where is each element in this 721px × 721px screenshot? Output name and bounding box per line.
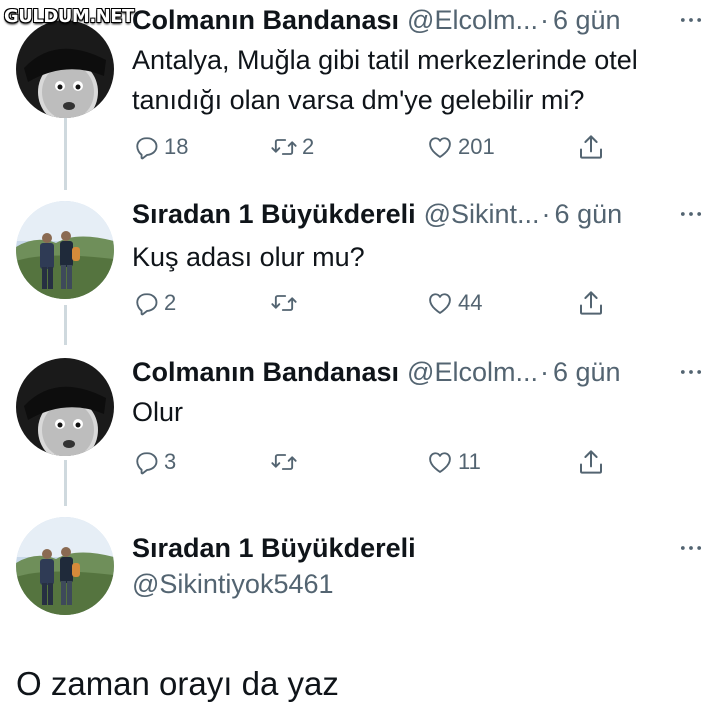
author-name[interactable]: Sıradan 1 Büyükdereli [132, 199, 416, 230]
retweet-icon [270, 133, 298, 161]
avatar[interactable] [16, 358, 114, 456]
reply-icon [132, 289, 160, 317]
retweet-icon [270, 289, 298, 317]
share-button[interactable] [576, 130, 610, 164]
share-icon [576, 132, 606, 162]
like-count: 11 [458, 449, 481, 474]
reply-count: 3 [164, 449, 177, 474]
retweet-count: 2 [302, 134, 315, 159]
composer-name[interactable]: Sıradan 1 Büyükdereli [132, 533, 416, 564]
timestamp[interactable]: 6 gün [553, 357, 621, 388]
composer-handle[interactable]: @Sikintiyok5461 [132, 569, 334, 600]
tweet-header: Colmanın Bandanası @Elcolm... · 6 gün [132, 355, 707, 389]
reply-count: 2 [164, 290, 177, 315]
like-button[interactable]: 44 [426, 286, 482, 320]
avatar[interactable] [16, 201, 114, 299]
author-handle[interactable]: @Sikint... [424, 199, 540, 230]
tweet-header: Colmanın Bandanası @Elcolm... · 6 gün [132, 3, 707, 37]
share-icon [576, 447, 606, 477]
retweet-button[interactable] [270, 286, 302, 320]
more-icon[interactable] [675, 198, 707, 230]
separator-dot: · [539, 4, 549, 35]
tweet-actions: 2 44 [132, 286, 701, 320]
tweet-text-line: tanıdığı olan varsa dm'ye gelebilir mi? [132, 85, 585, 115]
avatar[interactable] [16, 517, 114, 615]
retweet-button[interactable]: 2 [270, 130, 314, 164]
watermark: GULDUM.NET [4, 6, 134, 27]
tweet-text: Kuş adası olur mu? [132, 237, 701, 277]
reply-button[interactable]: 3 [132, 445, 176, 479]
author-name[interactable]: Colmanın Bandanası [132, 5, 399, 36]
thread-line [64, 118, 67, 190]
share-button[interactable] [576, 286, 610, 320]
tweet-text: Antalya, Muğla gibi tatil merkezlerinde … [132, 40, 701, 120]
like-button[interactable]: 11 [426, 445, 481, 479]
tweet-text-line: Olur [132, 397, 184, 427]
like-button[interactable]: 201 [426, 130, 495, 164]
share-icon [576, 288, 606, 318]
timestamp[interactable]: 6 gün [553, 5, 621, 36]
avatar[interactable] [16, 20, 114, 118]
reply-button[interactable]: 2 [132, 286, 176, 320]
tweet-text-line: Kuş adası olur mu? [132, 242, 365, 272]
thread-line [64, 460, 67, 506]
retweet-icon [270, 448, 298, 476]
separator-dot: · [539, 356, 549, 387]
like-count: 44 [458, 290, 483, 315]
reply-icon [132, 448, 160, 476]
retweet-button[interactable] [270, 445, 302, 479]
tweet-text: Olur [132, 392, 701, 432]
like-icon [426, 133, 454, 161]
reply-icon [132, 133, 160, 161]
share-button[interactable] [576, 445, 610, 479]
reply-draft-text[interactable]: O zaman orayı da yaz [16, 665, 339, 703]
more-icon[interactable] [675, 356, 707, 388]
reply-count: 18 [164, 134, 189, 159]
tweet-text-line: Antalya, Muğla gibi tatil merkezlerinde … [132, 45, 638, 75]
thread-line [64, 305, 67, 345]
more-icon[interactable] [675, 4, 707, 36]
like-icon [426, 448, 454, 476]
author-handle[interactable]: @Elcolm... [407, 5, 538, 36]
reply-button[interactable]: 18 [132, 130, 188, 164]
more-icon[interactable] [675, 532, 707, 564]
like-icon [426, 289, 454, 317]
tweet-header: Sıradan 1 Büyükdereli @Sikint... · 6 gün [132, 197, 707, 231]
author-name[interactable]: Colmanın Bandanası [132, 357, 399, 388]
tweet-actions: 3 11 [132, 445, 701, 479]
tweet-actions: 18 2 201 [132, 130, 701, 164]
like-count: 201 [458, 134, 495, 159]
author-handle[interactable]: @Elcolm... [407, 357, 538, 388]
timestamp[interactable]: 6 gün [555, 199, 623, 230]
separator-dot: · [541, 198, 551, 229]
